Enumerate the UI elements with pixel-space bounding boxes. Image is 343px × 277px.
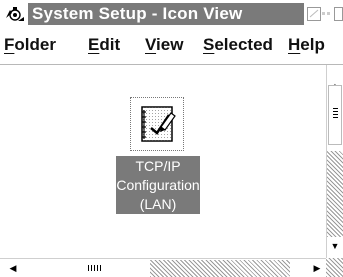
- thumb-grip: [100, 265, 101, 271]
- vertical-scroll-thumb[interactable]: [328, 85, 342, 145]
- thumb-grip: [333, 108, 338, 109]
- horizontal-scrollbar[interactable]: ◀ ▶: [0, 258, 343, 277]
- arrow-down-icon[interactable]: ▼: [328, 239, 342, 253]
- maximize-icon[interactable]: [333, 6, 343, 22]
- object-label-line: TCP/IP: [135, 158, 181, 174]
- arrow-left-icon[interactable]: ◀: [6, 261, 20, 275]
- thumb-grip: [333, 117, 338, 118]
- arrow-right-icon[interactable]: ▶: [310, 261, 324, 275]
- menu-view[interactable]: View: [145, 32, 183, 58]
- horizontal-scroll-thumb[interactable]: [28, 261, 140, 275]
- tcpip-notebook-icon: [141, 106, 176, 142]
- menu-edit[interactable]: Edit: [88, 32, 120, 58]
- thumb-grip: [91, 265, 92, 271]
- thumb-grip: [333, 114, 338, 115]
- minimize-icon[interactable]: [306, 6, 322, 22]
- thumb-grip: [88, 265, 89, 271]
- menu-help[interactable]: Help: [288, 32, 325, 58]
- horizontal-scroll-track[interactable]: [150, 260, 290, 277]
- restore-icon[interactable]: [321, 6, 332, 22]
- window-title: System Setup - Icon View: [32, 4, 243, 23]
- vertical-scrollbar[interactable]: ▲ ▼: [326, 65, 343, 258]
- title-bar[interactable]: System Setup - Icon View: [0, 0, 343, 28]
- menu-bar: Folder Edit View Selected Help: [0, 28, 343, 65]
- object-label[interactable]: TCP/IP Configuration (LAN): [116, 156, 200, 214]
- object-label-line: (LAN): [139, 196, 177, 212]
- system-setup-icon[interactable]: [4, 6, 26, 24]
- vertical-scroll-track[interactable]: [327, 151, 343, 237]
- thumb-grip: [333, 111, 338, 112]
- menu-selected[interactable]: Selected: [203, 32, 273, 58]
- title-bar-active-area: System Setup - Icon View: [28, 3, 304, 25]
- object-label-line: Configuration: [116, 177, 200, 193]
- object-icon-frame: [130, 97, 184, 151]
- size-grip[interactable]: [326, 258, 343, 277]
- menu-folder[interactable]: Folder: [4, 32, 56, 58]
- thumb-grip: [94, 265, 95, 271]
- thumb-grip: [97, 265, 98, 271]
